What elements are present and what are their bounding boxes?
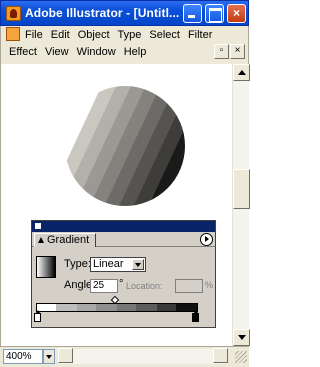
panel-tabrow: Gradient	[32, 232, 215, 247]
angle-input[interactable]: 25	[90, 279, 118, 293]
angle-unit: °	[119, 278, 124, 290]
angle-input-value: 25	[93, 280, 105, 291]
horizontal-scrollbar[interactable]	[58, 348, 228, 364]
location-input[interactable]	[175, 279, 203, 293]
window-titlebar[interactable]: Adobe Illustrator - [Untitl... ×	[0, 0, 249, 26]
resize-grip-icon[interactable]	[235, 351, 247, 363]
location-unit: %	[205, 280, 214, 290]
status-bar: 400%	[0, 346, 249, 367]
panel-close-button[interactable]	[35, 223, 41, 229]
tab-gradient[interactable]: Gradient	[34, 233, 97, 247]
gradient-ramp[interactable]	[36, 303, 198, 312]
mdi-restore-button[interactable]: ▫	[214, 44, 229, 59]
gradient-preview-swatch[interactable]	[36, 256, 56, 278]
tab-toggle-icon[interactable]	[38, 237, 44, 243]
arrow-up-icon	[238, 70, 246, 75]
menu-row-1: File Edit Object Type Select Filter	[21, 27, 216, 43]
scroll-up-button[interactable]	[233, 64, 250, 81]
gradient-stop-start[interactable]	[34, 310, 41, 322]
document-icon[interactable]	[6, 27, 20, 41]
menu-file[interactable]: File	[21, 27, 47, 43]
maximize-button[interactable]	[205, 4, 224, 23]
menu-window[interactable]: Window	[73, 44, 120, 60]
menu-view[interactable]: View	[41, 44, 73, 60]
menu-help[interactable]: Help	[120, 44, 151, 60]
zoom-field[interactable]: 400%	[3, 349, 43, 364]
minimize-button[interactable]	[183, 4, 202, 23]
tab-gradient-label: Gradient	[47, 234, 90, 246]
window-title: Adobe Illustrator - [Untitl...	[25, 6, 180, 20]
menu-filter[interactable]: Filter	[184, 27, 216, 43]
scroll-left-button[interactable]	[58, 348, 73, 363]
panel-titlebar[interactable]	[32, 221, 215, 232]
illustrator-icon[interactable]	[6, 6, 21, 21]
close-button[interactable]: ×	[227, 4, 246, 23]
gradient-stop-end[interactable]	[192, 310, 199, 322]
scroll-right-button[interactable]	[213, 348, 228, 363]
menubar: File Edit Object Type Select Filter Effe…	[0, 26, 249, 64]
scroll-down-button[interactable]	[233, 329, 250, 346]
mdi-close-button[interactable]: ×	[230, 44, 245, 59]
arrow-down-icon	[238, 335, 246, 340]
menu-effect[interactable]: Effect	[5, 44, 41, 60]
gradient-panel: Gradient Type: Linear Angle: 25 ° Locati…	[31, 220, 216, 328]
vertical-scrollbar[interactable]	[232, 64, 250, 346]
menu-type[interactable]: Type	[114, 27, 146, 43]
menu-select[interactable]: Select	[145, 27, 184, 43]
menu-object[interactable]: Object	[74, 27, 114, 43]
type-select[interactable]: Linear	[90, 257, 146, 272]
menu-row-2: Effect View Window Help	[5, 44, 150, 60]
type-select-value: Linear	[93, 258, 124, 270]
zoom-dropdown-button[interactable]	[43, 349, 55, 364]
chevron-down-icon[interactable]	[132, 259, 144, 270]
scroll-thumb[interactable]	[233, 169, 250, 209]
panel-menu-arrow-icon[interactable]	[200, 233, 213, 246]
type-label: Type:	[64, 258, 91, 270]
location-label: Location:	[126, 281, 163, 291]
menu-edit[interactable]: Edit	[47, 27, 74, 43]
